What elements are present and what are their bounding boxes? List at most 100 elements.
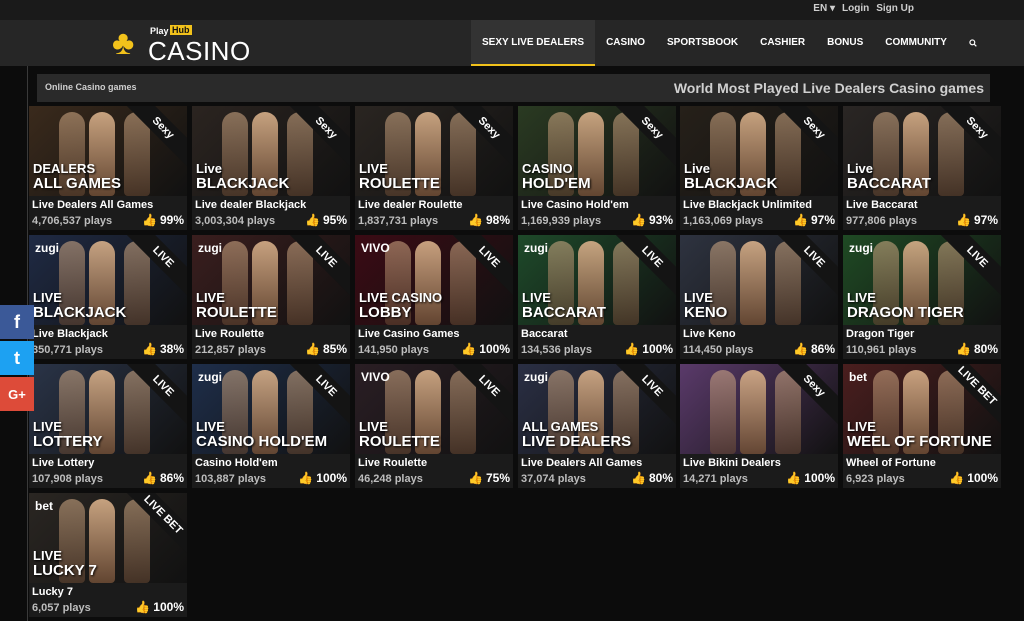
game-name[interactable]: Dragon Tiger	[846, 328, 914, 340]
game-thumbnail[interactable]: Sexy	[680, 364, 838, 454]
play-count: 1,837,731 plays	[358, 215, 439, 227]
play-count: 350,771 plays	[32, 344, 103, 356]
thumbs-up-icon: 👍	[956, 342, 971, 356]
signup-link[interactable]: Sign Up	[876, 3, 914, 14]
game-thumbnail[interactable]: zugi LIVE BLACKJACK LIVE	[29, 235, 187, 325]
thumbnail-title: HOLD'EM	[522, 175, 591, 192]
game-name[interactable]: Live dealer Roulette	[358, 199, 463, 211]
game-tile[interactable]: Live BLACKJACK Sexy Live dealer Blackjack 3,…	[192, 106, 350, 230]
thumbnail-title: BLACKJACK	[196, 175, 290, 192]
section-title: Online Casino games	[45, 82, 137, 92]
dealer-figure	[415, 241, 441, 325]
twitter-icon[interactable]: t	[0, 341, 34, 375]
game-thumbnail[interactable]: bet LIVE WEEL OF FORTUNE LIVE BET	[843, 364, 1001, 454]
game-tile[interactable]: zugi LIVE CASINO HOLD'EM LIVE Casino Hold'em…	[192, 364, 350, 488]
game-name[interactable]: Wheel of Fortune	[846, 457, 936, 469]
rating: 👍 98%	[468, 213, 510, 227]
thumbs-up-icon: 👍	[793, 213, 808, 227]
game-name[interactable]: Live Baccarat	[846, 199, 918, 211]
game-tile[interactable]: bet LIVE WEEL OF FORTUNE LIVE BET Wheel of F…	[843, 364, 1001, 488]
game-tile[interactable]: Live BACCARAT Sexy Live Baccarat 977,806 pla…	[843, 106, 1001, 230]
game-thumbnail[interactable]: Live BACCARAT Sexy	[843, 106, 1001, 196]
game-tile[interactable]: CASINO HOLD'EM Sexy Live Casino Hold'em 1,16…	[518, 106, 676, 230]
game-tile[interactable]: zugi LIVE BACCARAT LIVE Baccarat 134,536 play…	[518, 235, 676, 359]
provider-logo: bet	[35, 499, 53, 513]
game-name[interactable]: Live Bikini Dealers	[683, 457, 781, 469]
game-name[interactable]: Live Casino Hold'em	[521, 199, 629, 211]
game-tile[interactable]: LIVE LOTTERY LIVE Live Lottery 107,908 plays…	[29, 364, 187, 488]
login-link[interactable]: Login	[842, 3, 869, 14]
nav-sexy-live-dealers[interactable]: SEXY LIVE DEALERS	[471, 20, 596, 66]
rating: 👍 93%	[631, 213, 673, 227]
thumbnail-caption: LIVE CASINO	[359, 290, 443, 305]
game-thumbnail[interactable]: zugi ALL GAMES LIVE DEALERS LIVE	[518, 364, 676, 454]
game-thumbnail[interactable]: CASINO HOLD'EM Sexy	[518, 106, 676, 196]
game-thumbnail[interactable]: zugi LIVE ROULETTE LIVE	[192, 235, 350, 325]
game-thumbnail[interactable]: VIVO LIVE CASINO LOBBY LIVE	[355, 235, 513, 325]
game-name[interactable]: Live Dealers All Games	[32, 199, 153, 211]
search-icon[interactable]	[958, 20, 988, 66]
game-tile[interactable]: Sexy Live Bikini Dealers 14,271 plays 👍 100%	[680, 364, 838, 488]
thumbnail-title: ROULETTE	[359, 175, 440, 192]
thumbnail-title: BLACKJACK	[684, 175, 778, 192]
nav-casino[interactable]: CASINO	[595, 20, 656, 66]
rating-value: 100%	[642, 342, 673, 356]
dealer-figure	[740, 370, 766, 454]
thumbnail-caption: DEALERS	[33, 161, 96, 176]
game-name[interactable]: Baccarat	[521, 328, 567, 340]
game-thumbnail[interactable]: zugi LIVE DRAGON TIGER LIVE	[843, 235, 1001, 325]
language-select[interactable]: EN ▾	[813, 3, 835, 14]
game-name[interactable]: Lucky 7	[32, 586, 73, 598]
game-name[interactable]: Live Roulette	[358, 457, 427, 469]
play-count: 103,887 plays	[195, 473, 266, 485]
game-name[interactable]: Live Dealers All Games	[521, 457, 642, 469]
rating: 👍 100%	[949, 471, 998, 485]
rating: 👍 80%	[631, 471, 673, 485]
game-name[interactable]: Live Roulette	[195, 328, 264, 340]
game-thumbnail[interactable]: LIVE KENO LIVE	[680, 235, 838, 325]
game-tile[interactable]: DEALERS ALL GAMES Sexy Live Dealers All Gam…	[29, 106, 187, 230]
game-name[interactable]: Live Blackjack Unlimited	[683, 199, 812, 211]
nav-bonus[interactable]: BONUS	[816, 20, 874, 66]
game-name[interactable]: Casino Hold'em	[195, 457, 278, 469]
game-thumbnail[interactable]: VIVO LIVE ROULETTE LIVE	[355, 364, 513, 454]
provider-logo: zugi	[198, 370, 222, 384]
game-name[interactable]: Live Casino Games	[358, 328, 460, 340]
game-tile[interactable]: zugi LIVE BLACKJACK LIVE Live Blackjack 350,7…	[29, 235, 187, 359]
game-tile[interactable]: zugi ALL GAMES LIVE DEALERS LIVE Live Dealer…	[518, 364, 676, 488]
game-tile[interactable]: bet LIVE LUCKY 7 LIVE BET Lucky 7 6,057 plays…	[29, 493, 187, 617]
game-name[interactable]: Live Keno	[683, 328, 736, 340]
play-count: 110,961 plays	[846, 344, 917, 356]
game-tile[interactable]: LIVE ROULETTE Sexy Live dealer Roulette 1,83…	[355, 106, 513, 230]
game-name[interactable]: Live Lottery	[32, 457, 94, 469]
game-tile[interactable]: zugi LIVE ROULETTE LIVE Live Roulette 212,857…	[192, 235, 350, 359]
game-name[interactable]: Live dealer Blackjack	[195, 199, 306, 211]
site-logo[interactable]: ♣ Play Hub CASINO	[112, 24, 262, 66]
game-tile[interactable]: zugi LIVE DRAGON TIGER LIVE Dragon Tiger 110,…	[843, 235, 1001, 359]
game-thumbnail[interactable]: Live BLACKJACK Sexy	[680, 106, 838, 196]
play-count: 37,074 plays	[521, 473, 586, 485]
rating-value: 93%	[648, 213, 673, 227]
game-tile[interactable]: LIVE KENO LIVE Live Keno 114,450 plays 👍 86%	[680, 235, 838, 359]
thumbs-up-icon: 👍	[468, 471, 483, 485]
game-tile[interactable]: Live BLACKJACK Sexy Live Blackjack Unlimite…	[680, 106, 838, 230]
google-plus-icon[interactable]: G+	[0, 377, 34, 411]
game-tile[interactable]: VIVO LIVE ROULETTE LIVE Live Roulette 46,248 …	[355, 364, 513, 488]
nav-sportsbook[interactable]: SPORTSBOOK	[656, 20, 749, 66]
game-thumbnail[interactable]: Live BLACKJACK Sexy	[192, 106, 350, 196]
game-name[interactable]: Live Blackjack	[32, 328, 108, 340]
game-thumbnail[interactable]: zugi LIVE BACCARAT LIVE	[518, 235, 676, 325]
thumbnail-title: DRAGON TIGER	[847, 304, 964, 321]
nav-cashier[interactable]: CASHIER	[749, 20, 816, 66]
facebook-icon[interactable]: f	[0, 305, 34, 339]
thumbnail-caption: LIVE	[522, 290, 551, 305]
rating: 👍 99%	[142, 213, 184, 227]
game-tile[interactable]: VIVO LIVE CASINO LOBBY LIVE Live Casino Game…	[355, 235, 513, 359]
thumbs-up-icon: 👍	[956, 213, 971, 227]
nav-community[interactable]: COMMUNITY	[874, 20, 958, 66]
game-thumbnail[interactable]: bet LIVE LUCKY 7 LIVE BET	[29, 493, 187, 583]
game-thumbnail[interactable]: DEALERS ALL GAMES Sexy	[29, 106, 187, 196]
game-thumbnail[interactable]: LIVE LOTTERY LIVE	[29, 364, 187, 454]
game-thumbnail[interactable]: zugi LIVE CASINO HOLD'EM LIVE	[192, 364, 350, 454]
game-thumbnail[interactable]: LIVE ROULETTE Sexy	[355, 106, 513, 196]
